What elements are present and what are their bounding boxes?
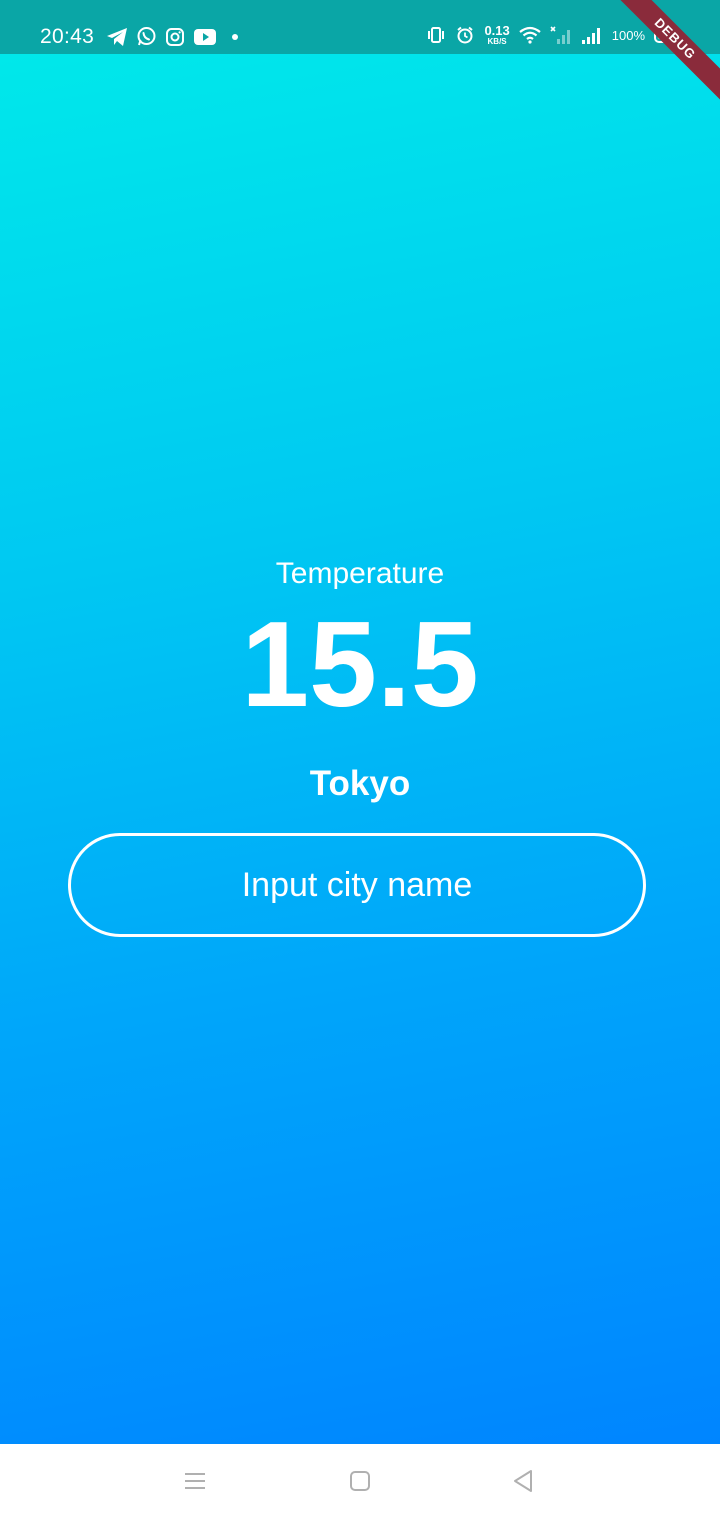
instagram-icon <box>165 27 185 47</box>
status-time: 20:43 <box>40 25 95 48</box>
city-name-input[interactable]: Input city name <box>68 833 646 937</box>
alarm-icon <box>455 25 475 45</box>
vibrate-icon <box>426 25 446 45</box>
network-speed-value: 0.13 <box>484 23 510 38</box>
back-icon <box>512 1469 534 1498</box>
youtube-icon <box>193 28 217 46</box>
temperature-label: Temperature <box>275 557 445 590</box>
telegram-icon <box>106 27 128 47</box>
back-button[interactable] <box>508 1468 538 1498</box>
home-icon <box>349 1470 371 1497</box>
battery-percent: 100% <box>611 27 645 43</box>
navigation-bar <box>0 1444 720 1520</box>
weather-panel: Temperature 15.5 Tokyo Input city name <box>0 54 720 1444</box>
home-button[interactable] <box>345 1468 375 1498</box>
signal-icon <box>581 25 603 45</box>
system-status-icons: 0.13 KB/S 100% <box>426 24 682 46</box>
app-screen: 20:43 0.13 KB/S 100% DEBUG Temperature 1… <box>0 0 720 1520</box>
network-speed-unit: KB/S <box>487 37 507 46</box>
menu-icon <box>183 1471 207 1496</box>
wifi-icon <box>519 26 541 44</box>
notification-icons <box>106 26 239 47</box>
status-bar: 20:43 0.13 KB/S 100% <box>0 0 720 54</box>
dot-icon <box>231 33 239 41</box>
menu-button[interactable] <box>180 1468 210 1498</box>
city-name: Tokyo <box>309 764 411 803</box>
whatsapp-icon <box>136 26 157 47</box>
temperature-value: 15.5 <box>241 596 479 732</box>
network-speed: 0.13 KB/S <box>484 24 509 46</box>
signal-no-sim-icon <box>550 25 572 45</box>
